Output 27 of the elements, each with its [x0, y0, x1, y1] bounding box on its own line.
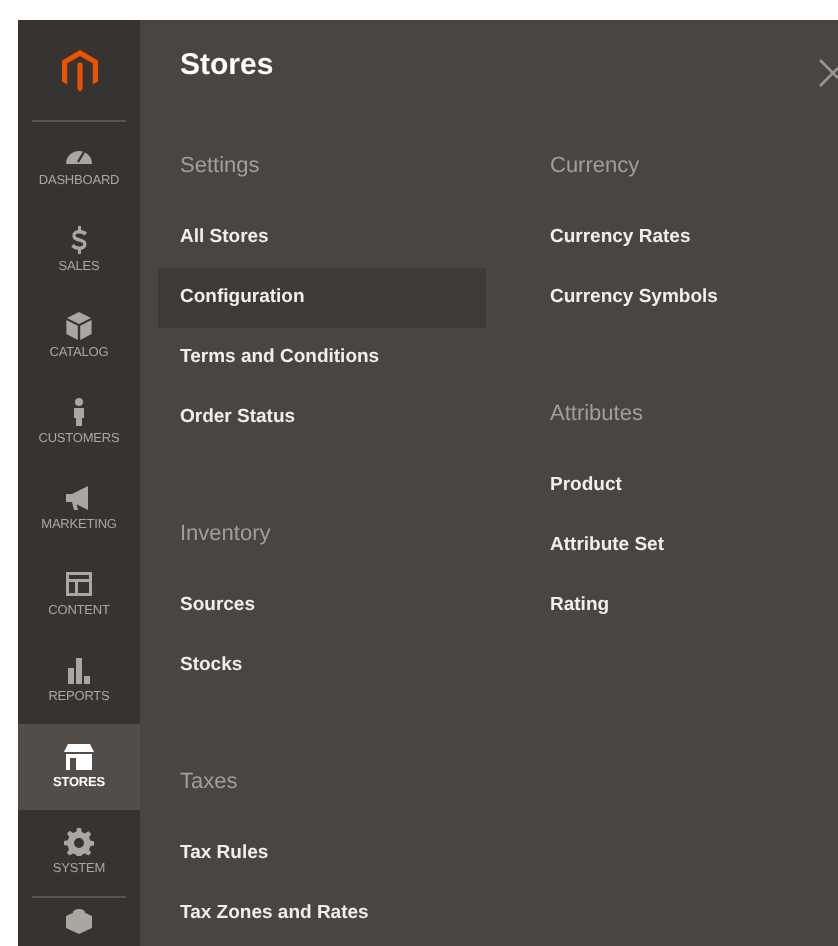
menu-link[interactable]: Configuration [158, 268, 486, 328]
shop-icon [64, 742, 94, 770]
menu-link[interactable]: Currency Rates [528, 208, 808, 268]
gear-icon [64, 828, 94, 856]
menu-link[interactable]: Stocks [158, 636, 486, 696]
layout-icon [64, 570, 94, 598]
section-heading: Settings [180, 152, 262, 182]
menu-link[interactable]: Currency Symbols [528, 268, 808, 328]
logo-icon[interactable] [61, 49, 97, 91]
menu-link[interactable]: Sources [158, 576, 486, 636]
section-heading: Attributes [550, 400, 645, 430]
menu-link[interactable]: Rating [528, 576, 808, 636]
section-heading: Inventory [180, 520, 273, 550]
section-heading: Taxes [180, 768, 240, 798]
menu-link[interactable]: Product [528, 456, 808, 516]
close-icon[interactable] [818, 58, 838, 89]
section-heading: Currency [550, 152, 642, 182]
menu-link[interactable]: Tax Zones and Rates [158, 884, 486, 944]
bar-chart-icon [64, 656, 94, 684]
megaphone-icon [64, 484, 94, 512]
menu-link[interactable]: Attribute Set [528, 516, 808, 576]
panel-title: Stores [180, 46, 274, 86]
menu-link[interactable]: Tax Rules [158, 824, 486, 884]
menu-link[interactable]: All Stores [158, 208, 486, 268]
box-icon [64, 312, 94, 340]
menu-link[interactable]: Terms and Conditions [158, 328, 486, 388]
menu-link[interactable]: Order Status [158, 388, 486, 448]
